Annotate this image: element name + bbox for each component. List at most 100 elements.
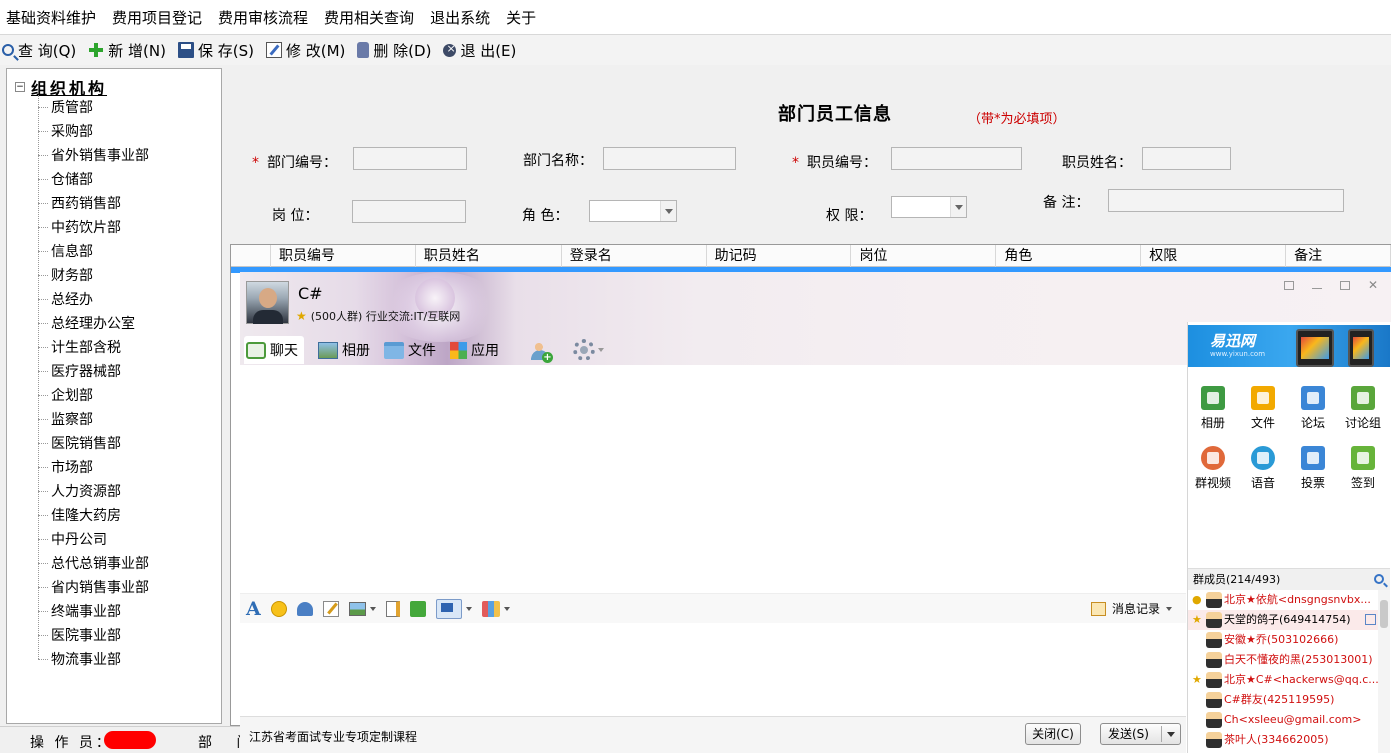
add-member-button[interactable] [529, 340, 555, 363]
collapse-icon[interactable]: − [15, 82, 25, 92]
group-name[interactable]: C# [298, 284, 323, 303]
column-header[interactable]: 职员姓名 [416, 245, 562, 267]
tree-item[interactable]: 中药饮片部 [38, 215, 149, 239]
search-icon[interactable] [1374, 574, 1384, 584]
image-icon[interactable] [348, 601, 366, 616]
tab-album[interactable]: 相册 [318, 340, 370, 360]
emp-code-input[interactable] [891, 147, 1022, 170]
column-header[interactable]: 岗位 [851, 245, 997, 267]
app-album[interactable]: 相册 [1188, 386, 1238, 431]
query-button[interactable]: 查 询(Q) [2, 40, 76, 61]
ad-link[interactable]: 江苏省考面试专业专项定制课程 [249, 728, 417, 745]
app-forum[interactable]: 论坛 [1288, 386, 1338, 431]
edit-icon[interactable] [1365, 614, 1376, 625]
tree-item[interactable]: 质管部 [38, 95, 149, 119]
tab-chat[interactable]: 聊天 [244, 336, 304, 364]
delete-button[interactable]: 删 除(D) [357, 40, 431, 61]
tree-item[interactable]: 佳隆大药房 [38, 503, 149, 527]
column-header[interactable]: 角色 [996, 245, 1142, 267]
app-vote[interactable]: 投票 [1288, 446, 1338, 491]
screenshot-icon[interactable] [435, 598, 462, 619]
column-header[interactable]: 权限 [1141, 245, 1287, 267]
tree-item[interactable]: 仓储部 [38, 167, 149, 191]
tree-item[interactable]: 监察部 [38, 407, 149, 431]
permission-select[interactable] [891, 196, 967, 218]
app-files[interactable]: 文件 [1238, 386, 1288, 431]
music-icon[interactable] [409, 600, 426, 617]
tree-item[interactable]: 医院销售部 [38, 431, 149, 455]
menu-expense-review[interactable]: 费用审核流程 [210, 7, 316, 28]
app-voice[interactable]: 语音 [1238, 446, 1288, 491]
column-header[interactable]: 职员编号 [271, 245, 416, 267]
emoji-icon[interactable] [270, 600, 287, 617]
member-item[interactable]: ★ 天堂的鸽子(649414754) [1188, 610, 1378, 630]
member-item[interactable]: 安徽★乔(503102666) [1188, 630, 1378, 650]
tree-item[interactable]: 中丹公司 [38, 527, 149, 551]
tree-item[interactable]: 采购部 [38, 119, 149, 143]
message-log-button[interactable]: 消息记录 [1090, 600, 1172, 617]
menu-expense-query[interactable]: 费用相关查询 [316, 7, 422, 28]
tree-item[interactable]: 财务部 [38, 263, 149, 287]
close-window-button[interactable]: ✕ [1359, 276, 1387, 294]
tree-item[interactable]: 总经办 [38, 287, 149, 311]
tab-files[interactable]: 文件 [384, 340, 436, 360]
minimize-button[interactable] [1303, 276, 1331, 294]
save-button[interactable]: 保 存(S) [177, 40, 254, 61]
maximize-button[interactable] [1331, 276, 1359, 294]
doodle-icon[interactable] [322, 600, 339, 617]
tab-apps[interactable]: 应用 [450, 340, 499, 360]
tree-item[interactable]: 企划部 [38, 383, 149, 407]
member-scrollbar[interactable] [1378, 590, 1390, 753]
menu-exit-system[interactable]: 退出系统 [422, 7, 498, 28]
member-item[interactable]: 茶叶人(334662005) [1188, 730, 1378, 750]
scroll-thumb[interactable] [1380, 600, 1388, 628]
skin-button[interactable] [1275, 276, 1303, 294]
chevron-down-icon[interactable] [465, 606, 472, 611]
tree-item[interactable]: 市场部 [38, 455, 149, 479]
role-select[interactable] [589, 200, 677, 222]
remark-input[interactable] [1108, 189, 1344, 212]
menu-basic-data[interactable]: 基础资料维护 [0, 7, 104, 28]
app-discussion[interactable]: 讨论组 [1338, 386, 1388, 431]
tree-item[interactable]: 人力资源部 [38, 479, 149, 503]
member-item[interactable]: C#群友(425119595) [1188, 690, 1378, 710]
chevron-down-icon[interactable] [503, 606, 510, 611]
more-tools-icon[interactable] [481, 600, 500, 617]
tree-item[interactable]: 省外销售事业部 [38, 143, 149, 167]
tree-item[interactable]: 物流事业部 [38, 647, 149, 671]
document-icon[interactable] [385, 600, 400, 617]
column-header[interactable]: 登录名 [562, 245, 707, 267]
column-header[interactable]: 备注 [1286, 245, 1391, 267]
column-header[interactable]: 助记码 [707, 245, 852, 267]
menu-expense-register[interactable]: 费用项目登记 [104, 7, 210, 28]
group-avatar[interactable] [246, 281, 289, 324]
member-item[interactable]: ● 北京★依航<dnsgngsnvbx... [1188, 590, 1378, 610]
app-video[interactable]: 群视频 [1188, 446, 1238, 491]
shake-icon[interactable] [296, 601, 313, 616]
emp-name-input[interactable] [1142, 147, 1231, 170]
tree-item[interactable]: 医院事业部 [38, 623, 149, 647]
add-button[interactable]: 新 增(N) [88, 40, 166, 61]
send-button[interactable]: 发送(S) [1100, 723, 1181, 745]
edit-button[interactable]: 修 改(M) [265, 40, 345, 61]
tree-item[interactable]: 医疗器械部 [38, 359, 149, 383]
member-item[interactable]: 白天不懂夜的黑(253013001) [1188, 650, 1378, 670]
ad-banner[interactable]: 易迅网 www.yixun.com [1188, 325, 1390, 367]
tree-item[interactable]: 总代总销事业部 [38, 551, 149, 575]
tree-item[interactable]: 信息部 [38, 239, 149, 263]
settings-button[interactable] [573, 339, 604, 361]
exit-button[interactable]: 退 出(E) [443, 40, 516, 61]
tree-item[interactable]: 终端事业部 [38, 599, 149, 623]
member-item[interactable]: ★ 北京★C#<hackerws@qq.c... [1188, 670, 1378, 690]
position-input[interactable] [352, 200, 466, 223]
tree-item[interactable]: 西药销售部 [38, 191, 149, 215]
message-input[interactable] [240, 623, 1186, 716]
member-item[interactable]: Ch<xsleeu@gmail.com> [1188, 710, 1378, 730]
tree-item[interactable]: 计生部含税 [38, 335, 149, 359]
close-button[interactable]: 关闭(C) [1025, 723, 1081, 745]
dept-code-input[interactable] [353, 147, 467, 170]
font-icon[interactable]: A [246, 598, 261, 620]
tree-item[interactable]: 总经理办公室 [38, 311, 149, 335]
chevron-down-icon[interactable] [369, 606, 376, 611]
app-checkin[interactable]: 签到 [1338, 446, 1388, 491]
